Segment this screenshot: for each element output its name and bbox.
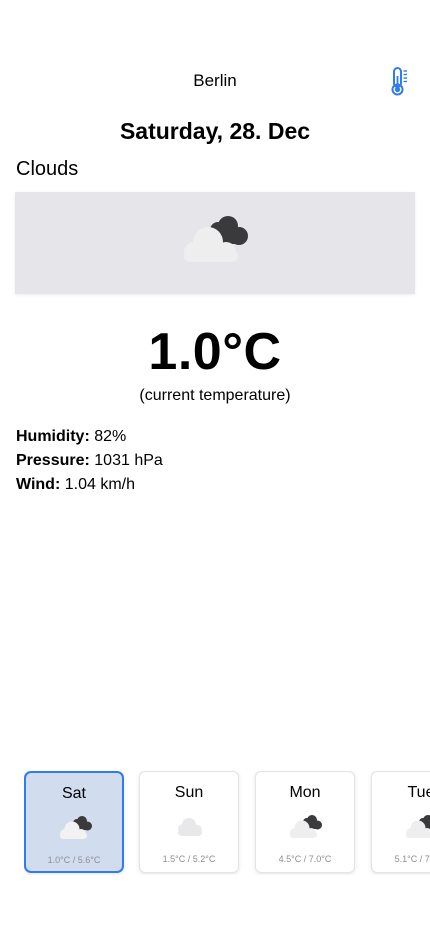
forecast-day: Mon [289, 784, 321, 801]
forecast-range: 5.1°C / 7.4°C [394, 854, 430, 864]
broken-clouds-icon [406, 815, 430, 838]
pressure-row: Pressure: 1031 hPa [16, 449, 163, 473]
forecast-card-sat[interactable]: Sat 1.0°C / 5.6°C [24, 771, 124, 873]
forecast-day: Tue [407, 784, 430, 801]
wind-row: Wind: 1.04 km/h [16, 473, 163, 497]
forecast-range: 4.5°C / 7.0°C [278, 854, 332, 864]
broken-clouds-icon [60, 816, 92, 839]
forecast-card-sun[interactable]: Sun 1.5°C / 5.2°C [139, 771, 239, 873]
forecast-range: 1.0°C / 5.6°C [47, 855, 101, 865]
current-date: Saturday, 28. Dec [119, 118, 311, 144]
forecast-card-tue[interactable]: Tue 5.1°C / 7.4°C [371, 771, 430, 873]
weather-details: Humidity: 82% Pressure: 1031 hPa Wind: 1… [16, 425, 163, 497]
wind-value: 1.04 km/h [64, 476, 135, 493]
forecast-scroller[interactable]: Sat 1.0°C / 5.6°C Sun 1.5°C / 5.2°C Mon … [24, 771, 430, 875]
thermometer-icon[interactable] [388, 66, 410, 96]
broken-clouds-icon [184, 216, 248, 262]
app-header: Berlin [0, 62, 430, 100]
humidity-label: Humidity: [16, 428, 90, 445]
pressure-label: Pressure: [16, 452, 90, 469]
pressure-value: 1031 hPa [94, 452, 163, 469]
forecast-list: Sat 1.0°C / 5.6°C Sun 1.5°C / 5.2°C Mon … [24, 771, 430, 875]
forecast-card-mon[interactable]: Mon 4.5°C / 7.0°C [255, 771, 355, 873]
humidity-row: Humidity: 82% [16, 425, 163, 449]
broken-clouds-icon [290, 815, 322, 838]
weather-image [15, 192, 415, 294]
city-title: Berlin [193, 71, 237, 90]
overcast-cloud-icon [178, 818, 202, 836]
forecast-day: Sun [174, 784, 204, 801]
weather-condition: Clouds [16, 158, 79, 180]
wind-label: Wind: [16, 476, 61, 493]
forecast-range: 1.5°C / 5.2°C [162, 854, 216, 864]
current-temperature: 1.0°C [148, 323, 282, 381]
temperature-caption: (current temperature) [139, 387, 291, 404]
humidity-value: 82% [94, 428, 127, 445]
forecast-day: Sat [61, 785, 86, 802]
